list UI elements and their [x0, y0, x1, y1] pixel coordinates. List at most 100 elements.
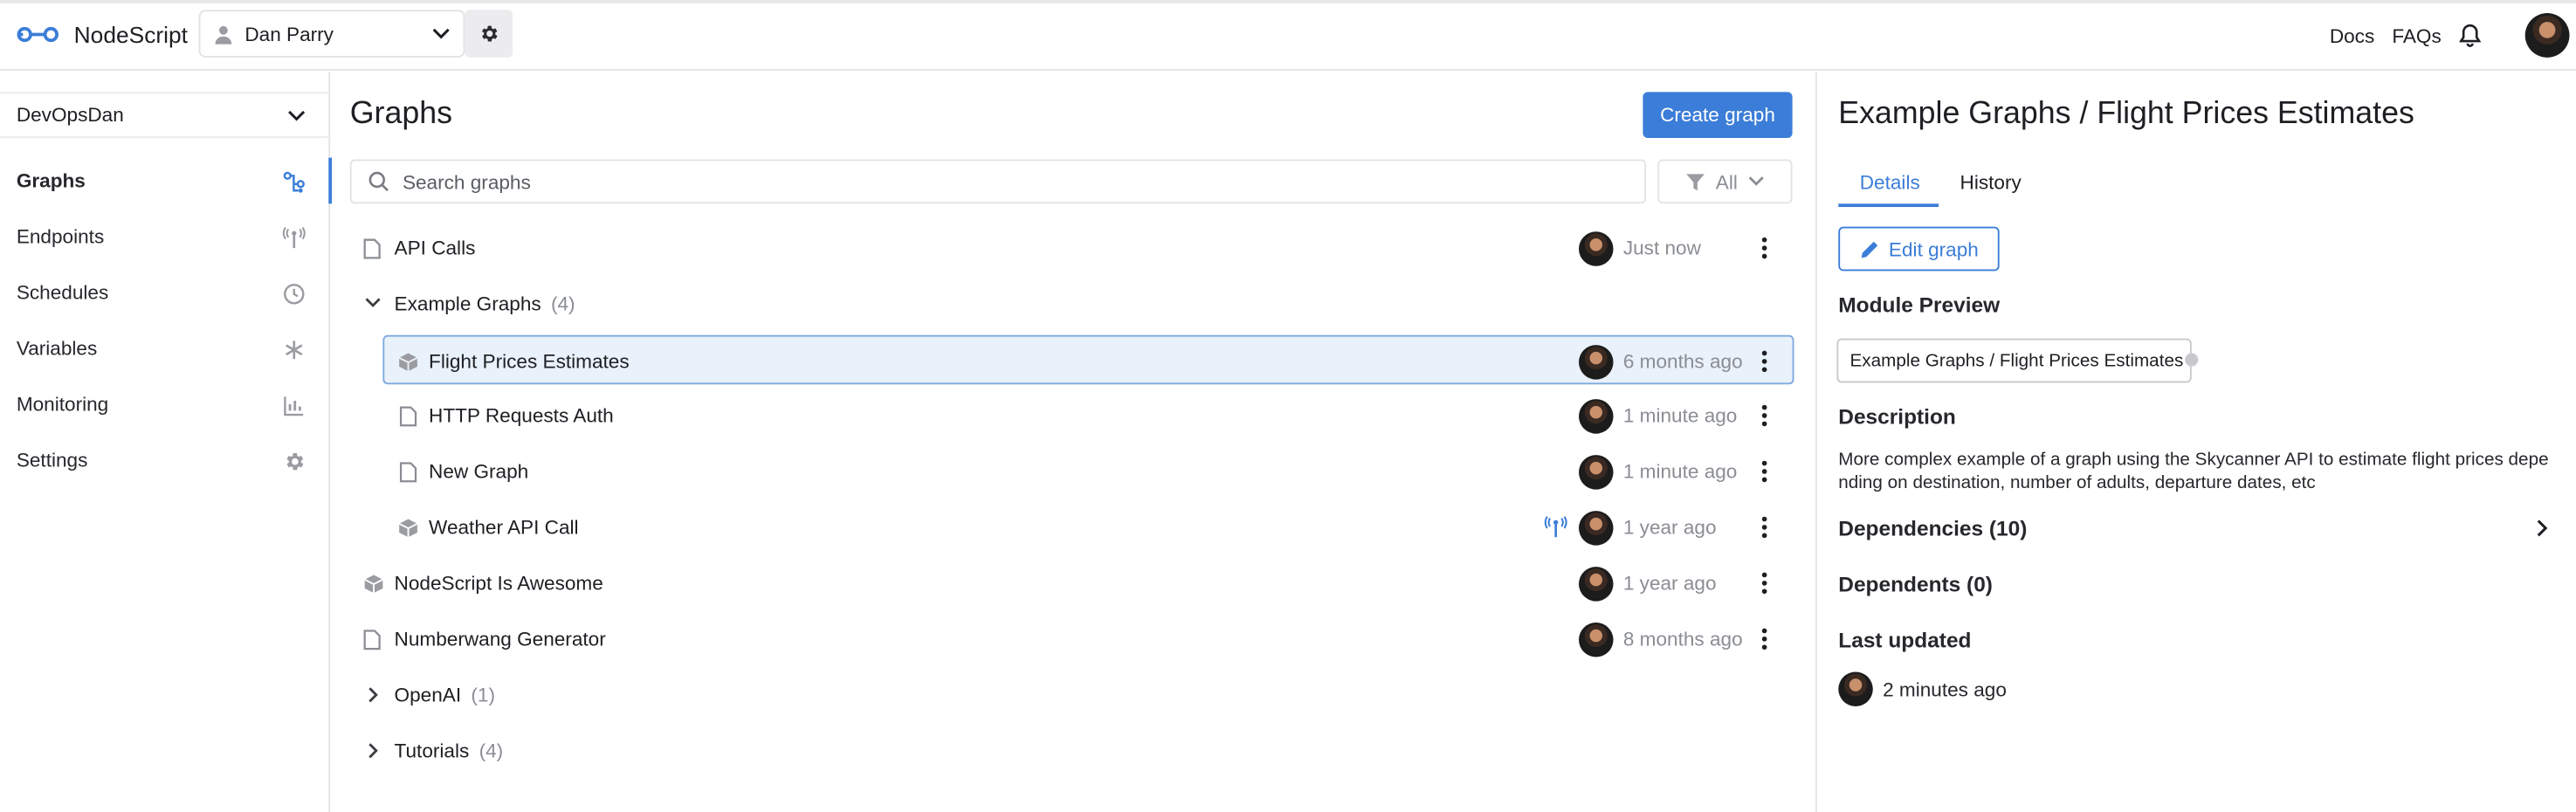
app-name: NodeScript [73, 21, 188, 48]
user-avatar[interactable] [2524, 13, 2570, 58]
graph-name: New Graph [429, 459, 529, 484]
module-icon [363, 574, 384, 595]
pencil-icon [1859, 239, 1879, 259]
chevron-down-icon [432, 28, 451, 39]
folder-row[interactable]: Tutorials (4) [350, 726, 1793, 775]
file-icon [363, 238, 382, 259]
updated-time: 1 year ago [1622, 515, 1717, 540]
user-selector[interactable]: Dan Parry [198, 10, 465, 58]
filter-icon [1686, 172, 1706, 192]
avatar [1579, 623, 1614, 657]
folder-name: Example Graphs (4) [394, 292, 575, 316]
sidebar-item-monitoring[interactable]: Monitoring [0, 381, 330, 427]
graph-icon [283, 171, 306, 194]
endpoint-icon [1544, 516, 1567, 539]
folder-row[interactable]: Example Graphs (4) [350, 279, 1793, 328]
chevron-right-icon[interactable] [2537, 520, 2548, 538]
faqs-link[interactable]: FAQs [2392, 24, 2441, 47]
sidebar-item-label: Schedules [16, 280, 109, 305]
workspace-settings-button[interactable] [465, 10, 513, 58]
avatar [1579, 455, 1614, 490]
folder-count: (1) [471, 683, 496, 707]
graph-name: API Calls [394, 236, 476, 260]
updated-time: 8 months ago [1622, 627, 1743, 651]
updated-time: 1 minute ago [1622, 459, 1738, 484]
asterisk-icon [283, 339, 306, 361]
tab-details[interactable]: Details [1860, 171, 1920, 194]
output-socket [2185, 353, 2199, 367]
module-icon [397, 518, 418, 539]
more-options-icon[interactable] [1761, 460, 1768, 483]
last-updated-time: 2 minutes ago [1883, 678, 2007, 702]
chevron-right-icon [368, 686, 379, 703]
more-options-icon[interactable] [1761, 237, 1768, 259]
sidebar-item-variables[interactable]: Variables [0, 326, 330, 372]
org-selector[interactable]: DevOpsDan [0, 92, 331, 139]
module-preview-node: Example Graphs / Flight Prices Estimates [1836, 338, 2192, 383]
sidebar-item-label: Settings [16, 448, 88, 471]
user-icon [214, 24, 234, 44]
list-item[interactable]: API Calls Just now [350, 224, 1793, 272]
sidebar-item-endpoints[interactable]: Endpoints [0, 214, 330, 260]
filter-label: All [1715, 169, 1738, 194]
folder-count: (4) [479, 739, 504, 762]
chevron-down-icon [287, 109, 306, 120]
avatar [1838, 671, 1873, 707]
sidebar-item-schedules[interactable]: Schedules [0, 270, 330, 316]
avatar [1579, 345, 1614, 380]
more-options-icon[interactable] [1761, 572, 1768, 595]
tab-history[interactable]: History [1960, 171, 2022, 194]
sidebar-item-label: Endpoints [16, 224, 105, 249]
description-text: More complex example of a graph using th… [1838, 450, 2549, 493]
list-item[interactable]: New Graph 1 minute ago [350, 447, 1793, 496]
folder-name: OpenAI (1) [394, 683, 496, 707]
graph-name: NodeScript Is Awesome [394, 571, 603, 595]
docs-link[interactable]: Docs [2330, 24, 2374, 47]
dependents-row: Dependents (0) [1838, 571, 1993, 596]
file-icon [399, 462, 417, 483]
file-icon [363, 630, 382, 650]
chevron-down-icon [365, 298, 382, 309]
search-icon [368, 171, 389, 192]
description-heading: Description [1838, 403, 1956, 430]
list-item[interactable]: NodeScript Is Awesome 1 year ago [350, 559, 1793, 608]
sidebar-item-settings[interactable]: Settings [0, 437, 330, 483]
list-item[interactable]: HTTP Requests Auth 1 minute ago [350, 391, 1793, 440]
module-icon [397, 352, 418, 373]
folder-name: Tutorials (4) [394, 739, 504, 762]
dependencies-row[interactable]: Dependencies (10) [1838, 516, 2027, 540]
more-options-icon[interactable] [1761, 516, 1768, 539]
more-options-icon[interactable] [1761, 404, 1768, 427]
sidebar-item-label: Graphs [16, 169, 86, 193]
gear-icon [283, 451, 306, 473]
graph-name: Numberwang Generator [394, 627, 606, 651]
updated-time: 1 year ago [1622, 571, 1717, 595]
app-logo[interactable]: NodeScript [17, 21, 188, 48]
endpoint-icon [282, 227, 306, 250]
last-updated-heading: Last updated [1838, 627, 1972, 652]
filter-dropdown[interactable]: All [1657, 159, 1793, 204]
sidebar-item-label: Variables [16, 336, 98, 361]
folder-row[interactable]: OpenAI (1) [350, 671, 1793, 719]
more-options-icon[interactable] [1761, 350, 1768, 373]
updated-time: Just now [1622, 236, 1701, 260]
list-item[interactable]: Weather API Call 1 year ago [350, 503, 1793, 552]
more-options-icon[interactable] [1761, 628, 1768, 650]
graph-name: HTTP Requests Auth [429, 403, 614, 428]
search-input[interactable]: Search graphs [349, 159, 1647, 204]
edit-graph-button[interactable]: Edit graph [1838, 226, 2000, 272]
edit-graph-label: Edit graph [1888, 237, 1979, 261]
updated-time: 1 minute ago [1622, 403, 1738, 428]
sidebar-item-graphs[interactable]: Graphs [0, 157, 333, 204]
create-graph-button[interactable]: Create graph [1643, 92, 1793, 139]
active-tab-indicator [1838, 203, 1939, 208]
gear-icon [478, 23, 499, 44]
bar-chart-icon [283, 395, 306, 417]
search-placeholder: Search graphs [402, 169, 531, 194]
list-item[interactable]: Flight Prices Estimates 6 months ago [382, 334, 1794, 385]
file-icon [399, 406, 417, 427]
module-preview-heading: Module Preview [1838, 292, 2001, 318]
folder-count: (4) [550, 292, 575, 316]
list-item[interactable]: Numberwang Generator 8 months ago [350, 615, 1793, 664]
bell-icon[interactable] [2459, 23, 2481, 47]
